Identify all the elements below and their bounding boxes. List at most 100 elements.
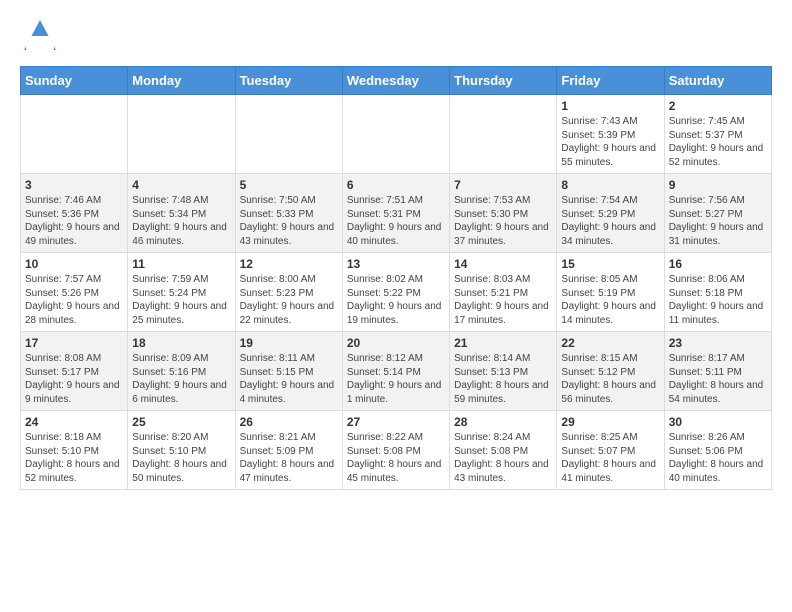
day-cell: 10 Sunrise: 7:57 AM Sunset: 5:26 PM Dayli… [21, 253, 128, 332]
day-number: 17 [25, 336, 123, 350]
day-info: Sunrise: 7:56 AM Sunset: 5:27 PM Dayligh… [669, 194, 767, 248]
day-number: 29 [561, 415, 659, 429]
day-info: Sunrise: 8:08 AM Sunset: 5:17 PM Dayligh… [25, 352, 123, 406]
day-number: 3 [25, 178, 123, 192]
day-info: Sunrise: 8:00 AM Sunset: 5:23 PM Dayligh… [240, 273, 338, 327]
day-cell: 20 Sunrise: 8:12 AM Sunset: 5:14 PM Dayli… [342, 332, 449, 411]
day-cell: 27 Sunrise: 8:22 AM Sunset: 5:08 PM Dayli… [342, 411, 449, 490]
day-cell: 17 Sunrise: 8:08 AM Sunset: 5:17 PM Dayli… [21, 332, 128, 411]
day-info: Sunrise: 8:12 AM Sunset: 5:14 PM Dayligh… [347, 352, 445, 406]
day-number: 10 [25, 257, 123, 271]
logo [20, 16, 62, 56]
day-cell: 12 Sunrise: 8:00 AM Sunset: 5:23 PM Dayli… [235, 253, 342, 332]
day-number: 27 [347, 415, 445, 429]
page: SundayMondayTuesdayWednesdayThursdayFrid… [0, 0, 792, 612]
day-cell [342, 95, 449, 174]
day-number: 21 [454, 336, 552, 350]
day-number: 11 [132, 257, 230, 271]
day-info: Sunrise: 7:46 AM Sunset: 5:36 PM Dayligh… [25, 194, 123, 248]
day-info: Sunrise: 8:18 AM Sunset: 5:10 PM Dayligh… [25, 431, 123, 485]
week-row-2: 3 Sunrise: 7:46 AM Sunset: 5:36 PM Daylig… [21, 174, 772, 253]
week-row-5: 24Sunrise: 8:18 AM Sunset: 5:10 PM Dayli… [21, 411, 772, 490]
day-cell [450, 95, 557, 174]
weekday-header-row: SundayMondayTuesdayWednesdayThursdayFrid… [21, 67, 772, 95]
day-info: Sunrise: 7:54 AM Sunset: 5:29 PM Dayligh… [561, 194, 659, 248]
day-info: Sunrise: 8:26 AM Sunset: 5:06 PM Dayligh… [669, 431, 767, 485]
day-info: Sunrise: 7:53 AM Sunset: 5:30 PM Dayligh… [454, 194, 552, 248]
day-number: 1 [561, 99, 659, 113]
day-info: Sunrise: 8:22 AM Sunset: 5:08 PM Dayligh… [347, 431, 445, 485]
day-cell: 24Sunrise: 8:18 AM Sunset: 5:10 PM Dayli… [21, 411, 128, 490]
day-number: 20 [347, 336, 445, 350]
day-info: Sunrise: 8:17 AM Sunset: 5:11 PM Dayligh… [669, 352, 767, 406]
day-cell: 22 Sunrise: 8:15 AM Sunset: 5:12 PM Dayli… [557, 332, 664, 411]
day-cell: 25 Sunrise: 8:20 AM Sunset: 5:10 PM Dayli… [128, 411, 235, 490]
day-number: 6 [347, 178, 445, 192]
day-info: Sunrise: 8:15 AM Sunset: 5:12 PM Dayligh… [561, 352, 659, 406]
weekday-header-friday: Friday [557, 67, 664, 95]
day-cell: 7Sunrise: 7:53 AM Sunset: 5:30 PM Daylig… [450, 174, 557, 253]
weekday-header-wednesday: Wednesday [342, 67, 449, 95]
logo-icon [20, 16, 60, 56]
day-cell: 11 Sunrise: 7:59 AM Sunset: 5:24 PM Dayli… [128, 253, 235, 332]
day-cell: 19 Sunrise: 8:11 AM Sunset: 5:15 PM Dayli… [235, 332, 342, 411]
day-cell: 5 Sunrise: 7:50 AM Sunset: 5:33 PM Daylig… [235, 174, 342, 253]
weekday-header-tuesday: Tuesday [235, 67, 342, 95]
day-info: Sunrise: 8:06 AM Sunset: 5:18 PM Dayligh… [669, 273, 767, 327]
day-info: Sunrise: 8:03 AM Sunset: 5:21 PM Dayligh… [454, 273, 552, 327]
weekday-header-monday: Monday [128, 67, 235, 95]
week-row-3: 10 Sunrise: 7:57 AM Sunset: 5:26 PM Dayli… [21, 253, 772, 332]
day-cell: 29 Sunrise: 8:25 AM Sunset: 5:07 PM Dayli… [557, 411, 664, 490]
day-cell [128, 95, 235, 174]
day-info: Sunrise: 8:09 AM Sunset: 5:16 PM Dayligh… [132, 352, 230, 406]
day-info: Sunrise: 8:11 AM Sunset: 5:15 PM Dayligh… [240, 352, 338, 406]
day-info: Sunrise: 7:59 AM Sunset: 5:24 PM Dayligh… [132, 273, 230, 327]
day-info: Sunrise: 8:20 AM Sunset: 5:10 PM Dayligh… [132, 431, 230, 485]
day-info: Sunrise: 8:25 AM Sunset: 5:07 PM Dayligh… [561, 431, 659, 485]
day-cell [21, 95, 128, 174]
day-number: 4 [132, 178, 230, 192]
day-number: 9 [669, 178, 767, 192]
day-number: 15 [561, 257, 659, 271]
day-number: 14 [454, 257, 552, 271]
day-cell: 8 Sunrise: 7:54 AM Sunset: 5:29 PM Daylig… [557, 174, 664, 253]
day-cell: 30 Sunrise: 8:26 AM Sunset: 5:06 PM Dayli… [664, 411, 771, 490]
day-number: 22 [561, 336, 659, 350]
day-info: Sunrise: 7:50 AM Sunset: 5:33 PM Dayligh… [240, 194, 338, 248]
day-number: 28 [454, 415, 552, 429]
day-cell: 16 Sunrise: 8:06 AM Sunset: 5:18 PM Dayli… [664, 253, 771, 332]
day-number: 30 [669, 415, 767, 429]
week-row-4: 17 Sunrise: 8:08 AM Sunset: 5:17 PM Dayli… [21, 332, 772, 411]
day-cell: 3 Sunrise: 7:46 AM Sunset: 5:36 PM Daylig… [21, 174, 128, 253]
day-cell [235, 95, 342, 174]
day-cell: 21Sunrise: 8:14 AM Sunset: 5:13 PM Dayli… [450, 332, 557, 411]
day-cell: 1 Sunrise: 7:43 AM Sunset: 5:39 PM Daylig… [557, 95, 664, 174]
day-info: Sunrise: 8:05 AM Sunset: 5:19 PM Dayligh… [561, 273, 659, 327]
day-cell: 15 Sunrise: 8:05 AM Sunset: 5:19 PM Dayli… [557, 253, 664, 332]
day-number: 16 [669, 257, 767, 271]
day-number: 25 [132, 415, 230, 429]
day-cell: 23Sunrise: 8:17 AM Sunset: 5:11 PM Dayli… [664, 332, 771, 411]
day-info: Sunrise: 7:43 AM Sunset: 5:39 PM Dayligh… [561, 115, 659, 169]
header [20, 16, 772, 56]
day-info: Sunrise: 8:21 AM Sunset: 5:09 PM Dayligh… [240, 431, 338, 485]
day-cell: 6 Sunrise: 7:51 AM Sunset: 5:31 PM Daylig… [342, 174, 449, 253]
weekday-header-saturday: Saturday [664, 67, 771, 95]
day-cell: 28Sunrise: 8:24 AM Sunset: 5:08 PM Dayli… [450, 411, 557, 490]
day-number: 2 [669, 99, 767, 113]
day-cell: 2Sunrise: 7:45 AM Sunset: 5:37 PM Daylig… [664, 95, 771, 174]
day-info: Sunrise: 7:57 AM Sunset: 5:26 PM Dayligh… [25, 273, 123, 327]
day-number: 26 [240, 415, 338, 429]
day-number: 5 [240, 178, 338, 192]
day-number: 12 [240, 257, 338, 271]
day-number: 13 [347, 257, 445, 271]
day-info: Sunrise: 7:51 AM Sunset: 5:31 PM Dayligh… [347, 194, 445, 248]
day-cell: 14 Sunrise: 8:03 AM Sunset: 5:21 PM Dayli… [450, 253, 557, 332]
day-cell: 4Sunrise: 7:48 AM Sunset: 5:34 PM Daylig… [128, 174, 235, 253]
day-number: 19 [240, 336, 338, 350]
week-row-1: 1 Sunrise: 7:43 AM Sunset: 5:39 PM Daylig… [21, 95, 772, 174]
day-number: 8 [561, 178, 659, 192]
weekday-header-thursday: Thursday [450, 67, 557, 95]
weekday-header-sunday: Sunday [21, 67, 128, 95]
day-cell: 13Sunrise: 8:02 AM Sunset: 5:22 PM Dayli… [342, 253, 449, 332]
